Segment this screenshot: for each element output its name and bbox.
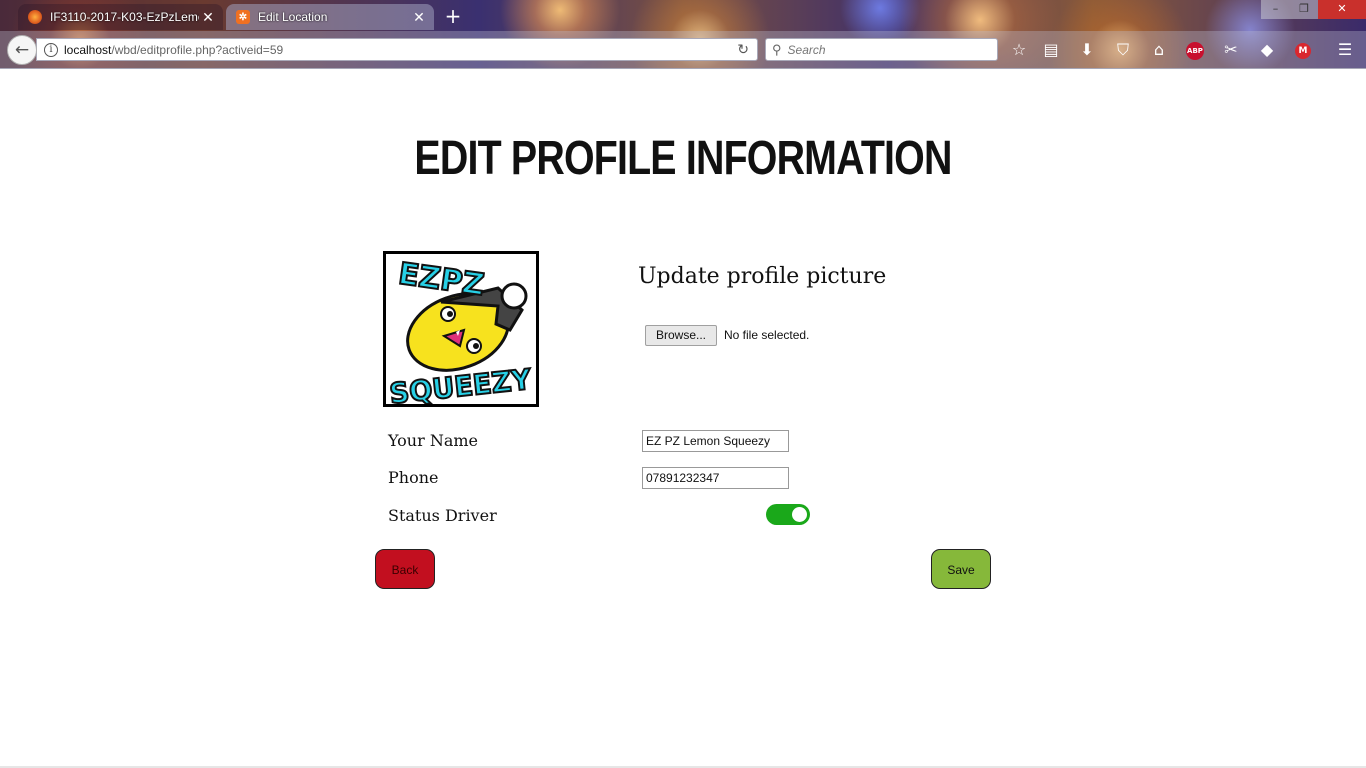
menu-icon[interactable]: ☰: [1333, 38, 1357, 62]
url-host: localhost: [64, 42, 112, 57]
status-driver-toggle[interactable]: [766, 504, 810, 525]
new-tab-button[interactable]: +: [442, 5, 464, 27]
mega-icon[interactable]: M: [1291, 38, 1315, 62]
search-placeholder: Search: [787, 42, 826, 57]
file-status-text: No file selected.: [724, 328, 810, 342]
search-bar[interactable]: ⚲ Search: [765, 38, 998, 61]
screenshot-icon[interactable]: ✂: [1219, 38, 1243, 62]
address-bar[interactable]: i localhost/wbd/editprofile.php?activeid…: [36, 38, 758, 61]
page-content: EDIT PROFILE INFORMATION EZPZ SQUEEZY Up…: [0, 69, 1366, 768]
download-icon[interactable]: ⬇: [1075, 38, 1099, 62]
tab-edit-location[interactable]: ✲ Edit Location ✕: [226, 4, 434, 30]
lemon-logo-image: EZPZ SQUEEZY: [386, 254, 536, 404]
avatar: EZPZ SQUEEZY: [383, 251, 539, 407]
name-input[interactable]: EZ PZ Lemon Squeezy: [642, 430, 789, 452]
tab-ezpzlemon[interactable]: IF3110-2017-K03-EzPzLemon ✕: [18, 4, 223, 30]
window-restore-button[interactable]: ❐: [1290, 0, 1318, 19]
abp-badge: ABP: [1186, 41, 1204, 60]
adblock-plus-icon[interactable]: ABP: [1183, 38, 1207, 62]
browse-file-button[interactable]: Browse...: [645, 325, 717, 346]
reload-icon[interactable]: ↻: [737, 41, 749, 58]
phone-input[interactable]: 07891232347: [642, 467, 789, 489]
browser-back-button[interactable]: ←: [7, 35, 37, 65]
tab-close-icon[interactable]: ✕: [410, 9, 428, 26]
page-title: EDIT PROFILE INFORMATION: [414, 132, 952, 185]
tab-title: IF3110-2017-K03-EzPzLemon: [50, 10, 199, 24]
home-icon[interactable]: ⌂: [1147, 38, 1171, 62]
search-icon: ⚲: [772, 41, 782, 57]
site-info-icon[interactable]: i: [44, 42, 58, 57]
xampp-favicon-icon: ✲: [236, 10, 250, 24]
phone-label: Phone: [388, 468, 439, 487]
upload-heading: Update profile picture: [638, 264, 887, 289]
bookmark-star-icon[interactable]: ☆: [1007, 38, 1031, 62]
save-button[interactable]: Save: [931, 549, 991, 589]
extension-icon[interactable]: ◆: [1255, 38, 1279, 62]
reading-list-icon[interactable]: ▤: [1039, 38, 1063, 62]
firefox-favicon-icon: [28, 10, 42, 24]
pocket-icon[interactable]: ⛉: [1111, 38, 1135, 62]
tab-close-icon[interactable]: ✕: [199, 9, 217, 26]
status-driver-label: Status Driver: [388, 506, 497, 525]
back-button[interactable]: Back: [375, 549, 435, 589]
mega-badge: M: [1295, 42, 1311, 59]
url-path: /wbd/editprofile.php?activeid=59: [111, 42, 284, 57]
tab-title: Edit Location: [258, 10, 328, 24]
window-close-button[interactable]: ✕: [1318, 0, 1366, 19]
browser-chrome: IF3110-2017-K03-EzPzLemon ✕ ✲ Edit Locat…: [0, 0, 1366, 69]
name-label: Your Name: [388, 431, 479, 450]
window-minimize-button[interactable]: –: [1261, 0, 1290, 19]
toggle-knob: [792, 507, 807, 522]
